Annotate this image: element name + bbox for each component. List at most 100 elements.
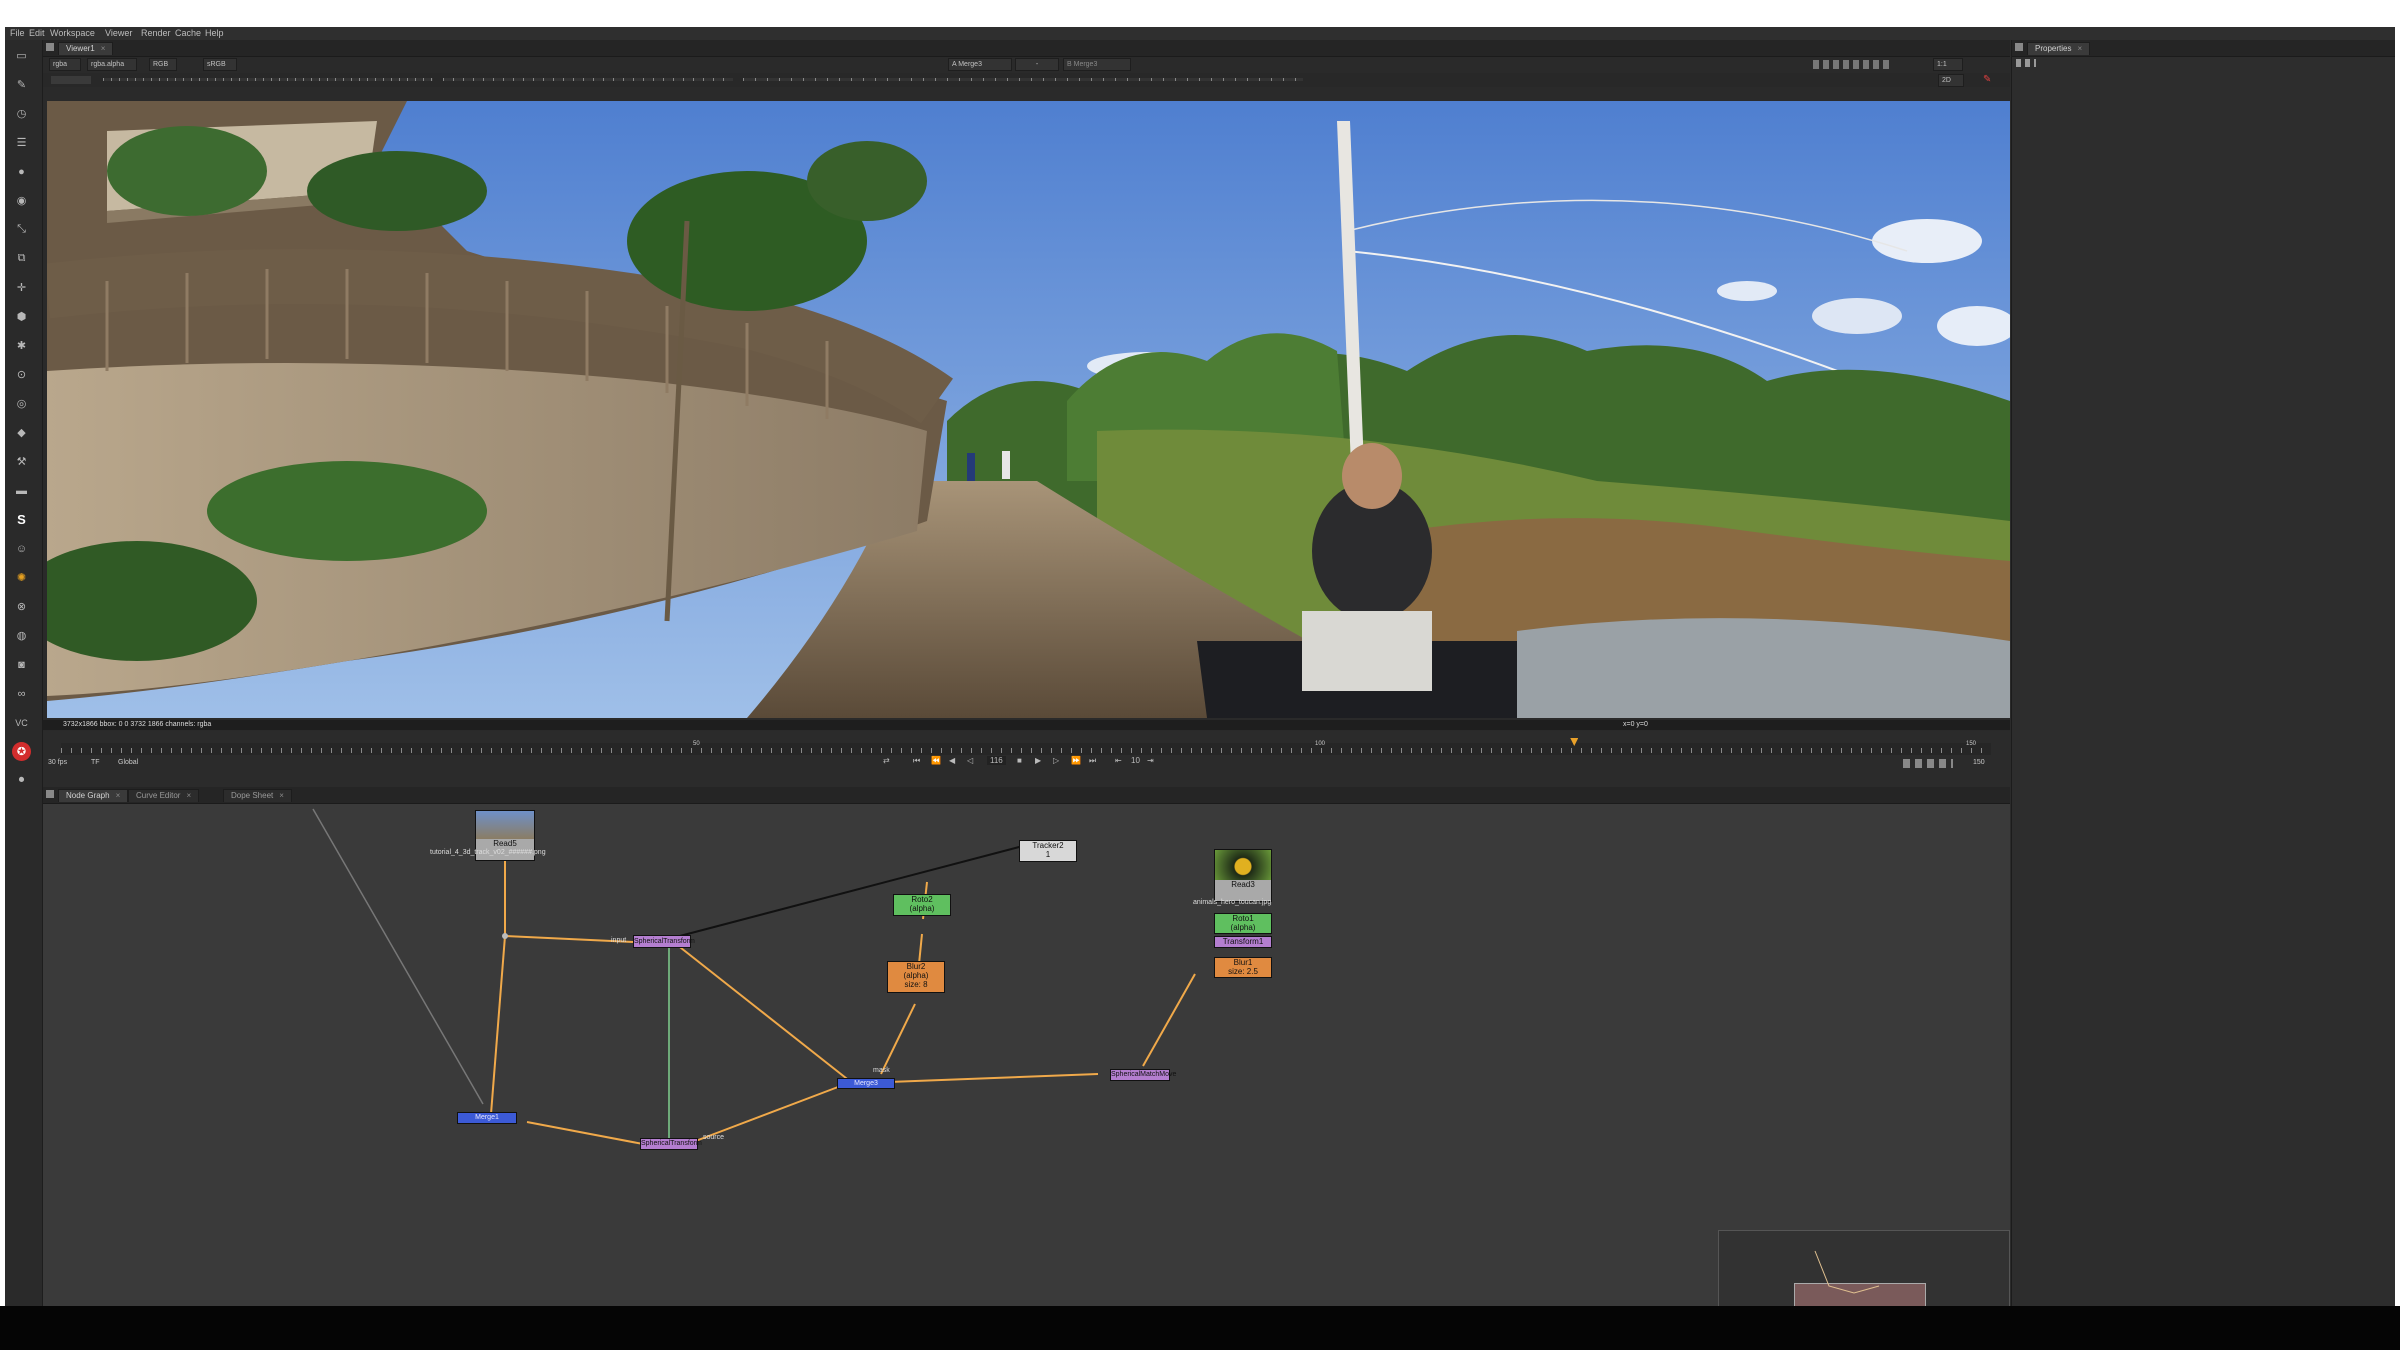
node-graph-canvas[interactable]: Read5 tutorial_4_3d_track_v02_######.png… — [43, 804, 2010, 1306]
roto2-node[interactable]: Roto2 (alpha) — [893, 894, 951, 916]
channel-tool-icon[interactable]: ☰ — [14, 135, 29, 150]
tab-curve-editor[interactable]: Curve Editor × — [128, 789, 200, 802]
circle-plugin-icon[interactable]: ⏺ — [14, 773, 29, 788]
view-mode-dropdown[interactable]: 2D — [1938, 74, 1964, 87]
panel-menu-icon[interactable] — [46, 43, 54, 51]
tab-node-graph[interactable]: Node Graph × — [58, 789, 129, 802]
next-key-button[interactable]: ⏩ — [1071, 756, 1081, 765]
smile-plugin-icon[interactable]: ☺ — [14, 541, 29, 556]
first-frame-button[interactable]: ⏮ — [913, 756, 920, 766]
gamma-slider[interactable] — [443, 78, 733, 81]
tracker2-node[interactable]: Tracker2 1 — [1019, 840, 1077, 862]
merge-left-node[interactable]: Merge1 — [457, 1112, 517, 1124]
views-tool-icon[interactable]: ◎ — [14, 396, 29, 411]
gain-slider[interactable] — [103, 78, 433, 81]
spherical-transform-top-node[interactable]: SphericalTransform — [633, 935, 695, 948]
tab-viewer1[interactable]: Viewer1 × — [58, 42, 114, 55]
playhead-marker[interactable] — [1570, 738, 1579, 746]
toolsets-tool-icon[interactable]: ⚒ — [14, 454, 29, 469]
spherical-transform-bottom-node[interactable]: SphericalTransform — [640, 1138, 702, 1150]
globe-plugin-icon[interactable]: ◍ — [14, 628, 29, 643]
metadata-tool-icon[interactable]: ◆ — [14, 425, 29, 440]
image-tool-icon[interactable]: ▭ — [14, 48, 29, 63]
time-tool-icon[interactable]: ◷ — [14, 106, 29, 121]
tab-dope-sheet[interactable]: Dope Sheet × — [223, 789, 292, 802]
node-graph-panel: Node Graph× Curve Editor× Dope Sheet× — [43, 787, 2010, 1306]
transform1-node[interactable]: Transform1 — [1214, 936, 1272, 948]
close-icon[interactable]: × — [101, 44, 106, 53]
prev-frame-button[interactable]: ◀ — [949, 756, 955, 765]
end-frame-field[interactable]: 150 — [1973, 759, 1985, 766]
lut-dropdown[interactable]: sRGB — [203, 58, 237, 71]
prev-key-button[interactable]: ⏪ — [931, 756, 941, 765]
frame-range-slider[interactable] — [743, 78, 1303, 81]
menu-edit[interactable]: Edit — [29, 28, 45, 38]
vr-goggles-icon[interactable]: ∞ — [14, 686, 29, 701]
zoom-dropdown[interactable]: 1:1 — [1933, 58, 1963, 71]
camera-plugin-icon[interactable]: ◙ — [14, 657, 29, 672]
menu-render[interactable]: Render — [141, 28, 171, 38]
red-circle-plugin-icon[interactable]: ✪ — [12, 742, 31, 761]
menu-cache[interactable]: Cache — [175, 28, 201, 38]
timeline-option-icons[interactable] — [1903, 759, 1953, 768]
vc-plugin-icon[interactable]: VC — [14, 715, 29, 730]
close-icon[interactable]: × — [279, 791, 284, 800]
read3-node[interactable]: Read3 — [1214, 849, 1272, 902]
close-icon[interactable]: × — [116, 791, 121, 800]
tf-dropdown[interactable]: TF — [91, 759, 100, 766]
play-backward-button[interactable]: ◁ — [967, 756, 973, 765]
stop-button[interactable]: ■ — [1017, 756, 1022, 765]
step-field[interactable]: 10 — [1131, 756, 1140, 765]
input-b-dropdown[interactable]: B Merge3 — [1063, 58, 1131, 71]
gain-field[interactable] — [51, 76, 91, 84]
x-plugin-icon[interactable]: ⊗ — [14, 599, 29, 614]
filter-tool-icon[interactable]: ◉ — [14, 193, 29, 208]
frame-ruler[interactable]: 50 100 150 — [61, 738, 1991, 755]
s-plugin-icon[interactable]: S — [14, 512, 29, 527]
menu-help[interactable]: Help — [205, 28, 224, 38]
current-frame-field[interactable]: 116 — [987, 756, 1006, 765]
fps-field[interactable]: 30 fps — [48, 759, 67, 766]
last-frame-button[interactable]: ⏭ — [1089, 756, 1096, 766]
step-forward-button[interactable]: ⇥ — [1147, 756, 1154, 765]
tab-properties[interactable]: Properties × — [2027, 42, 2091, 55]
roto1-node[interactable]: Roto1 (alpha) — [1214, 913, 1272, 934]
3d-tool-icon[interactable]: ⬢ — [14, 309, 29, 324]
viewer-toggle-icons[interactable] — [1813, 60, 1893, 69]
loop-icon[interactable]: ⇄ — [883, 756, 890, 765]
merge-center-node[interactable]: Merge3 — [837, 1078, 895, 1089]
node-graph-navigator[interactable] — [1718, 1230, 2010, 1306]
other-tool-icon[interactable]: ▬ — [14, 483, 29, 498]
menu-workspace[interactable]: Workspace — [50, 28, 95, 38]
keyer-tool-icon[interactable]: ⤡ — [14, 222, 29, 237]
blur2-node[interactable]: Blur2 (alpha) size: 8 — [887, 961, 945, 993]
play-forward-button[interactable]: ▶ — [1035, 756, 1041, 765]
compare-dropdown[interactable]: - — [1015, 58, 1059, 71]
next-frame-button[interactable]: ▷ — [1053, 756, 1059, 765]
step-back-button[interactable]: ⇤ — [1115, 756, 1122, 765]
close-icon[interactable]: × — [186, 791, 191, 800]
close-icon[interactable]: × — [2077, 44, 2082, 53]
panel-menu-icon[interactable] — [2015, 43, 2023, 51]
viewer-canvas[interactable] — [47, 101, 2010, 718]
menu-file[interactable]: File — [10, 28, 25, 38]
layer-dropdown[interactable]: rgba.alpha — [87, 58, 137, 71]
playback-controls: ⇄ ⏮ ⏪ ◀ ◁ 116 ■ ▶ ▷ ⏩ ⏭ ⇤ 10 ⇥ — [883, 756, 1213, 770]
color-tool-icon[interactable]: ● — [14, 164, 29, 179]
transform-tool-icon[interactable]: ✛ — [14, 280, 29, 295]
color-picker-icon[interactable]: ✎ — [1983, 75, 1993, 85]
input-a-dropdown[interactable]: A Merge3 — [948, 58, 1012, 71]
menu-viewer[interactable]: Viewer — [105, 28, 132, 38]
particles-tool-icon[interactable]: ✱ — [14, 338, 29, 353]
color-dropdown[interactable]: RGB — [149, 58, 177, 71]
properties-toolbar-icons[interactable] — [2016, 59, 2036, 67]
deep-tool-icon[interactable]: ⊙ — [14, 367, 29, 382]
draw-tool-icon[interactable]: ✎ — [14, 77, 29, 92]
panel-menu-icon[interactable] — [46, 790, 54, 798]
channels-dropdown[interactable]: rgba — [49, 58, 81, 71]
global-dropdown[interactable]: Global — [118, 759, 138, 766]
spherical-match-move-node[interactable]: SphericalMatchMove — [1110, 1069, 1176, 1081]
merge-tool-icon[interactable]: ⧉ — [14, 251, 29, 266]
blur1-node[interactable]: Blur1 size: 2.5 — [1214, 957, 1272, 978]
orange-plugin-icon[interactable]: ✺ — [14, 570, 29, 585]
